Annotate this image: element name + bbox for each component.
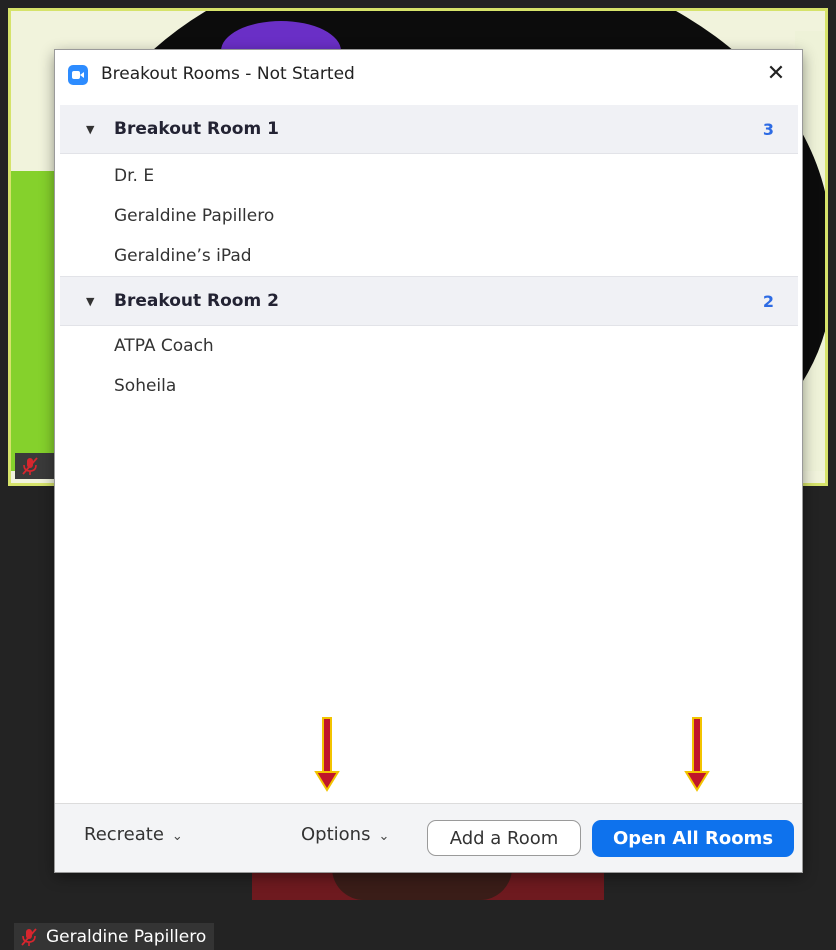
arrow-down-icon: [684, 717, 710, 792]
zoom-logo-icon: [68, 65, 88, 85]
chevron-down-icon: ⌄: [378, 829, 390, 844]
room-header[interactable]: ▼ Breakout Room 2 2: [60, 276, 798, 326]
dialog-footer: Recreate ⌄ Options ⌄ Add a Room Open All R…: [55, 803, 802, 872]
participant-list: Dr. E Geraldine Papillero Geraldine’s iP…: [60, 154, 798, 276]
dialog-titlebar: Breakout Rooms - Not Started ✕: [55, 50, 802, 102]
chevron-down-icon: ⌄: [171, 829, 183, 844]
dialog-title: Breakout Rooms - Not Started: [101, 64, 355, 84]
arrow-down-icon: [314, 717, 340, 792]
add-room-button[interactable]: Add a Room: [427, 820, 581, 856]
participant-item[interactable]: Geraldine’s iPad: [60, 236, 798, 276]
participant-video: [252, 868, 604, 900]
participant-count: 2: [762, 291, 774, 311]
participant-count: 3: [762, 119, 774, 139]
mic-muted-icon: [22, 457, 38, 475]
options-button[interactable]: Options ⌄: [301, 824, 389, 845]
room-name: Breakout Room 1: [114, 119, 279, 139]
caret-down-icon: ▼: [86, 294, 95, 308]
room-block: ▼ Breakout Room 1 3 Dr. E Geraldine Papi…: [60, 105, 798, 276]
participant-name: Geraldine Papillero: [46, 926, 207, 947]
room-header[interactable]: ▼ Breakout Room 1 3: [60, 105, 798, 154]
close-icon[interactable]: ✕: [764, 62, 788, 86]
participant-name-tag: Geraldine Papillero: [14, 923, 215, 950]
participant-item[interactable]: Soheila: [60, 366, 798, 406]
open-all-rooms-button[interactable]: Open All Rooms: [592, 820, 794, 857]
options-label: Options: [301, 824, 371, 845]
participant-item[interactable]: ATPA Coach: [60, 326, 798, 366]
caret-down-icon: ▼: [86, 122, 95, 136]
participant-item[interactable]: Geraldine Papillero: [60, 196, 798, 236]
mic-muted-icon: [21, 927, 37, 946]
recreate-label: Recreate: [84, 824, 164, 845]
recreate-button[interactable]: Recreate ⌄: [84, 824, 183, 845]
room-list: ▼ Breakout Room 1 3 Dr. E Geraldine Papi…: [60, 105, 798, 406]
participant-item[interactable]: Dr. E: [60, 156, 798, 196]
room-block: ▼ Breakout Room 2 2 ATPA Coach Soheila: [60, 276, 798, 406]
room-name: Breakout Room 2: [114, 291, 279, 311]
participant-list: ATPA Coach Soheila: [60, 326, 798, 406]
